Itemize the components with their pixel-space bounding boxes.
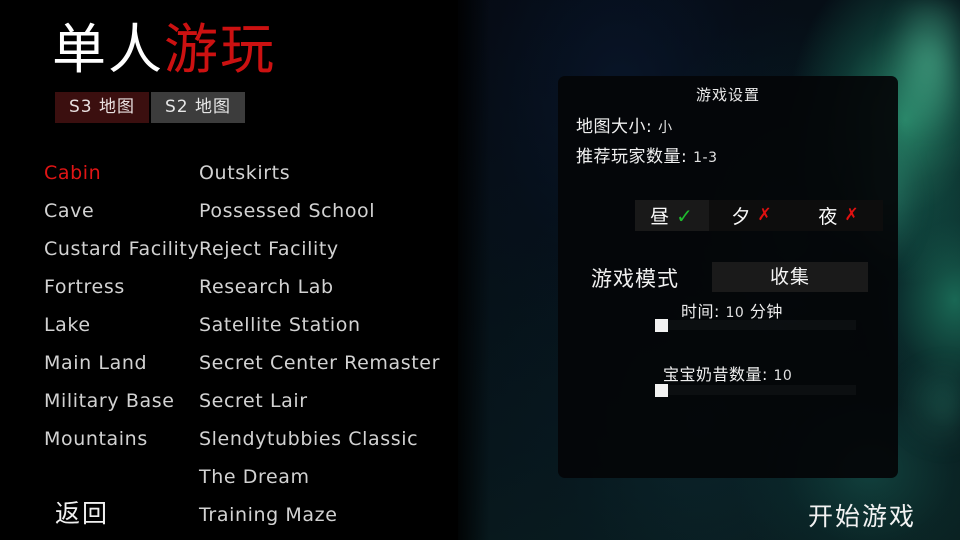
- game-mode-selector-button[interactable]: 收集: [712, 262, 868, 292]
- map-item-the-dream[interactable]: The Dream: [199, 458, 444, 496]
- cross-icon: ✗: [844, 205, 860, 225]
- time-slider-track[interactable]: [656, 320, 856, 330]
- time-of-day-button-day[interactable]: 昼 ✓: [635, 200, 709, 231]
- page-title: 单人游玩: [52, 18, 276, 82]
- time-slider-label: 时间: 10 分钟: [681, 298, 783, 322]
- recommended-players-label: 推荐玩家数量:: [576, 147, 688, 167]
- settings-panel-title: 游戏设置: [695, 86, 760, 104]
- time-slider-handle[interactable]: [655, 319, 668, 332]
- page-title-white-part: 单人: [52, 18, 164, 81]
- game-settings-panel: 游戏设置 地图大小: 小 推荐玩家数量: 1-3 昼 ✓ 夕 ✗ 夜 ✗ 游戏模…: [558, 76, 898, 478]
- time-of-day-dusk-label: 夕: [731, 206, 752, 228]
- back-button[interactable]: 返回: [55, 494, 109, 530]
- tab-s3-maps[interactable]: S3 地图: [55, 92, 150, 123]
- time-slider-unit: 分钟: [749, 302, 783, 321]
- check-icon: ✓: [676, 203, 694, 228]
- time-of-day-night-label: 夜: [818, 206, 839, 228]
- map-item-main-land[interactable]: Main Land: [44, 344, 199, 382]
- time-of-day-button-night[interactable]: 夜 ✗: [795, 200, 883, 231]
- start-game-button[interactable]: 开始游戏: [808, 497, 916, 533]
- game-menu-screen: 单人游玩 S3 地图 S2 地图 Cabin Cave Custard Faci…: [0, 0, 960, 540]
- map-item-secret-center-remaster[interactable]: Secret Center Remaster: [199, 344, 444, 382]
- map-item-research-lab[interactable]: Research Lab: [199, 268, 444, 306]
- cross-icon: ✗: [757, 205, 773, 225]
- map-item-reject-facility[interactable]: Reject Facility: [199, 230, 444, 268]
- milkshake-slider-track[interactable]: [656, 385, 856, 395]
- recommended-players-row: 推荐玩家数量: 1-3: [576, 142, 718, 167]
- map-item-cave[interactable]: Cave: [44, 192, 199, 230]
- milkshake-slider-label: 宝宝奶昔数量: 10: [663, 361, 792, 385]
- recommended-players-value: 1-3: [693, 150, 718, 166]
- map-size-label: 地图大小:: [576, 117, 653, 137]
- map-item-mountains[interactable]: Mountains: [44, 420, 199, 458]
- map-item-slendytubbies-classic[interactable]: Slendytubbies Classic: [199, 420, 444, 458]
- map-list-column-right: Outskirts Possessed School Reject Facili…: [199, 154, 444, 534]
- map-set-tabs: S3 地图 S2 地图: [55, 92, 246, 123]
- map-list-column-left: Cabin Cave Custard Facility Fortress Lak…: [44, 154, 199, 534]
- tab-s2-maps[interactable]: S2 地图: [151, 92, 246, 123]
- map-list: Cabin Cave Custard Facility Fortress Lak…: [44, 154, 444, 534]
- map-item-satellite-station[interactable]: Satellite Station: [199, 306, 444, 344]
- milkshake-slider-handle[interactable]: [655, 384, 668, 397]
- map-item-outskirts[interactable]: Outskirts: [199, 154, 444, 192]
- time-slider-value: 10: [725, 305, 745, 321]
- milkshake-slider-label-text: 宝宝奶昔数量:: [663, 365, 768, 384]
- map-item-cabin[interactable]: Cabin: [44, 154, 199, 192]
- time-of-day-day-label: 昼: [650, 206, 671, 228]
- map-item-possessed-school[interactable]: Possessed School: [199, 192, 444, 230]
- map-item-secret-lair[interactable]: Secret Lair: [199, 382, 444, 420]
- page-title-red-part: 游玩: [164, 18, 276, 81]
- map-item-custard-facility[interactable]: Custard Facility: [44, 230, 199, 268]
- time-of-day-button-dusk[interactable]: 夕 ✗: [709, 200, 795, 231]
- map-item-fortress[interactable]: Fortress: [44, 268, 199, 306]
- time-of-day-selector: 昼 ✓ 夕 ✗ 夜 ✗: [635, 200, 883, 231]
- game-mode-label: 游戏模式: [591, 267, 679, 291]
- map-item-military-base[interactable]: Military Base: [44, 382, 199, 420]
- milkshake-slider-value: 10: [773, 368, 793, 384]
- map-item-lake[interactable]: Lake: [44, 306, 199, 344]
- map-size-row: 地图大小: 小: [576, 112, 673, 137]
- map-item-training-maze[interactable]: Training Maze: [199, 496, 444, 534]
- time-slider-label-text: 时间:: [681, 302, 720, 321]
- map-size-value: 小: [658, 120, 673, 136]
